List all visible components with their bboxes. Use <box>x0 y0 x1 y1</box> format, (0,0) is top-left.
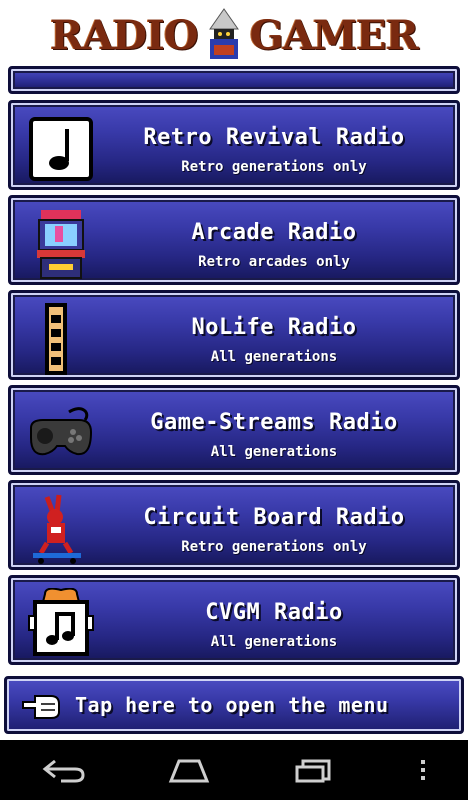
station-subtitle: All generations <box>210 349 338 365</box>
music-note-icon <box>29 117 93 181</box>
home-button[interactable] <box>159 750 219 790</box>
logo-text-left: RADIO <box>50 11 199 59</box>
home-icon <box>168 759 210 783</box>
rabbit-skateboard-icon <box>33 494 81 564</box>
station-card-arcade[interactable]: Arcade Radio Retro arcades only <box>8 195 460 285</box>
station-subtitle: Retro generations only <box>181 159 367 175</box>
gamepad-icon <box>30 407 93 456</box>
station-subtitle: All generations <box>210 444 338 460</box>
station-card-game-streams[interactable]: Game-Streams Radio All generations <box>8 385 460 475</box>
station-card-nolife[interactable]: NoLife Radio All generations <box>8 290 460 380</box>
station-subtitle: All generations <box>210 634 338 650</box>
station-subtitle: Retro generations only <box>181 539 367 555</box>
station-card-partial[interactable] <box>8 66 460 94</box>
app-header: RADIO GAMER <box>0 0 468 70</box>
station-title: Circuit Board Radio <box>143 505 405 530</box>
station-card-retro-revival[interactable]: Retro Revival Radio Retro generations on… <box>8 100 460 190</box>
menu-label: Tap here to open the menu <box>75 693 389 717</box>
nolife-logo-icon <box>45 303 67 375</box>
recent-apps-icon <box>295 759 331 783</box>
back-arrow-icon <box>42 759 85 783</box>
android-navigation-bar <box>0 740 468 800</box>
station-subtitle: Retro arcades only <box>198 254 350 270</box>
station-title: Arcade Radio <box>191 220 357 245</box>
overflow-menu-button[interactable] <box>411 750 435 790</box>
recent-apps-button[interactable] <box>285 750 345 790</box>
station-title: CVGM Radio <box>205 600 343 625</box>
back-button[interactable] <box>33 750 93 790</box>
station-title: NoLife Radio <box>191 315 357 340</box>
station-title: Game-Streams Radio <box>150 410 398 435</box>
radio-gamer-logo: RADIO GAMER <box>50 7 419 63</box>
open-menu-button[interactable]: Tap here to open the menu <box>4 676 464 734</box>
arcade-cabinet-icon <box>37 210 85 279</box>
mage-mascot-icon <box>208 8 239 59</box>
station-card-circuit-board[interactable]: Circuit Board Radio Retro generations on… <box>8 480 460 570</box>
station-title: Retro Revival Radio <box>143 125 405 150</box>
pointing-hand-icon <box>22 695 60 719</box>
cvgm-music-icon <box>28 588 94 656</box>
station-card-cvgm[interactable]: CVGM Radio All generations <box>8 575 460 665</box>
logo-text-right: GAMER <box>249 11 419 59</box>
more-vert-icon <box>421 760 425 780</box>
